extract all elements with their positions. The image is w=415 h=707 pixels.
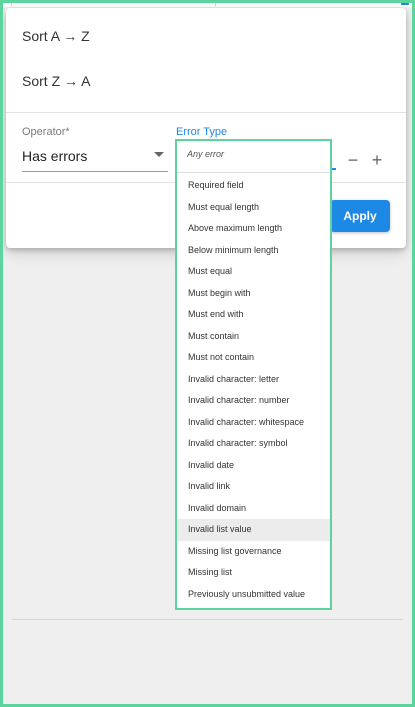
- operator-select-value: Has errors: [22, 148, 88, 164]
- error-type-option[interactable]: Below minimum length: [177, 240, 330, 262]
- error-type-option[interactable]: Must begin with: [177, 283, 330, 305]
- error-type-option[interactable]: Invalid date: [177, 455, 330, 477]
- operator-label-text: Operator: [22, 126, 66, 138]
- error-type-option[interactable]: Must not contain: [177, 347, 330, 369]
- error-type-option[interactable]: Above maximum length: [177, 218, 330, 240]
- background-header-strip: [3, 3, 412, 7]
- error-type-search: [177, 141, 330, 173]
- menu-divider: [6, 112, 406, 113]
- error-type-option[interactable]: Must equal: [177, 261, 330, 283]
- error-type-option[interactable]: Invalid list value: [177, 519, 330, 541]
- sort-descending-item[interactable]: Sort Z → A: [22, 70, 90, 92]
- operator-label: Operator*: [22, 126, 70, 138]
- error-type-option[interactable]: Previously unsubmitted value: [177, 584, 330, 606]
- error-type-option[interactable]: Must contain: [177, 326, 330, 348]
- add-condition-button[interactable]: +: [368, 151, 386, 169]
- error-type-option[interactable]: Invalid link: [177, 476, 330, 498]
- error-type-label: Error Type: [176, 126, 228, 138]
- error-type-option[interactable]: Missing list: [177, 562, 330, 584]
- error-type-option[interactable]: Invalid character: letter: [177, 369, 330, 391]
- error-type-option[interactable]: Invalid character: whitespace: [177, 412, 330, 434]
- remove-condition-button[interactable]: −: [344, 151, 362, 169]
- plus-icon: +: [371, 150, 383, 170]
- required-marker: *: [65, 126, 70, 138]
- background-column-divider: [215, 3, 216, 6]
- error-type-option[interactable]: Must end with: [177, 304, 330, 326]
- error-type-search-input[interactable]: [187, 149, 322, 159]
- background-divider: [12, 619, 403, 620]
- error-type-options: Required field Must equal length Above max…: [177, 175, 330, 605]
- error-type-dropdown: Required fieldMust equal lengthAbove max…: [175, 139, 332, 610]
- error-type-option[interactable]: Invalid character: number: [177, 390, 330, 412]
- apply-button[interactable]: Apply: [330, 200, 390, 232]
- minus-icon: −: [347, 150, 359, 170]
- error-type-option[interactable]: Must equal length: [177, 197, 330, 219]
- error-type-option[interactable]: Invalid domain: [177, 498, 330, 520]
- error-type-option[interactable]: Invalid character: symbol: [177, 433, 330, 455]
- corner-accent-indicator: [401, 1, 409, 5]
- error-type-option[interactable]: Missing list governance: [177, 541, 330, 563]
- operator-select[interactable]: Has errors: [22, 147, 168, 172]
- chevron-down-icon: [154, 152, 164, 157]
- background-column-divider: [11, 3, 12, 6]
- sort-ascending-item[interactable]: Sort A → Z: [22, 25, 90, 47]
- error-type-option[interactable]: Required field: [177, 175, 330, 197]
